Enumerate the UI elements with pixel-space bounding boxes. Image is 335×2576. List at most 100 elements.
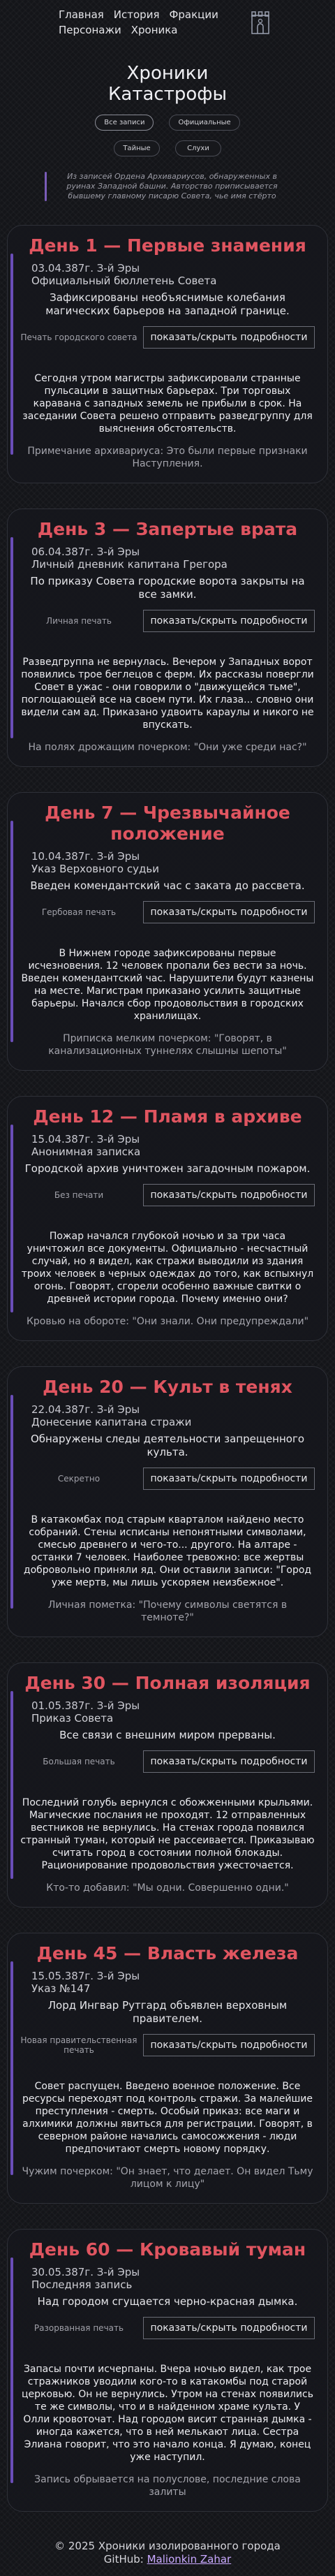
- entry-title: День 3 — Запертые врата: [37, 519, 298, 539]
- entry-title: День 7 — Чрезвычайное положение: [45, 803, 290, 844]
- seal-row: Печать городского совета показать/скрыть …: [20, 326, 315, 349]
- entry-summary: По приказу Совета городские ворота закры…: [30, 575, 305, 601]
- entry-date: 30.05.387г. З-й Эры: [31, 2266, 140, 2278]
- seal-row: Без печати показать/скрыть подробности: [20, 1184, 315, 1206]
- seal-label: Личная печать: [46, 616, 112, 626]
- chronicle-entry: День 60 — Кровавый туман 30.05.387г. З-й …: [7, 2229, 328, 2512]
- timeline: День 1 — Первые знамения 03.04.387г. З-й …: [0, 207, 335, 2512]
- entry-note: Кровью на обороте: "Они знали. Они преду…: [26, 1316, 309, 1327]
- entry-details: В Нижнем городе зафиксированы первые исч…: [21, 948, 314, 1022]
- entry-details: Разведгруппа не вернулась. Вечером у Зап…: [21, 657, 314, 731]
- entry-note: Приписка мелким почерком: "Говорят, в ка…: [48, 1033, 287, 1057]
- chronicle-entry: День 1 — Первые знамения 03.04.387г. З-й …: [7, 225, 328, 483]
- intro-note: Из записей Ордена Архивариусов, обнаруже…: [45, 172, 290, 201]
- entry-date: 22.04.387г. З-й Эры: [31, 1403, 140, 1416]
- nav-link-chronicle[interactable]: Хроника: [131, 24, 178, 36]
- seal-label: Печать городского совета: [20, 332, 137, 342]
- castle-logo-icon[interactable]: [250, 10, 271, 35]
- footer-github-link[interactable]: Malionkin Zahar: [147, 2553, 232, 2566]
- entry-details: Пожар начался глубокой ночью и за три ча…: [21, 1231, 314, 1305]
- seal-row: Разорванная печать показать/скрыть подроб…: [20, 2317, 315, 2339]
- toggle-details-button[interactable]: показать/скрыть подробности: [143, 1184, 315, 1206]
- nav-links: Главная История Фракции Персонажи Хроник…: [59, 8, 240, 36]
- seal-row: Большая печать показать/скрыть подробност…: [20, 1750, 315, 1773]
- entry-title: День 60 — Кровавый туман: [29, 2239, 306, 2260]
- entry-details: Запасы почти исчерпаны. Вчера ночью виде…: [22, 2364, 313, 2463]
- entry-summary: Все связи с внешним миром прерваны.: [59, 1729, 276, 1741]
- seal-label: Большая печать: [43, 1757, 115, 1766]
- entry-note: Запись обрывается на полуслове, последни…: [34, 2474, 301, 2498]
- filter-all-button[interactable]: Все записи: [95, 115, 154, 131]
- toggle-details-button[interactable]: показать/скрыть подробности: [143, 2317, 315, 2339]
- entry-summary: Обнаружены следы деятельности запрещенно…: [30, 1433, 305, 1458]
- filter-rumors-button[interactable]: Слухи: [175, 140, 221, 156]
- entry-title: День 1 — Первые знамения: [29, 235, 306, 256]
- filter-secret-button[interactable]: Тайные: [114, 140, 160, 156]
- entry-note: Кто-то добавил: "Мы одни. Совершенно одн…: [46, 1882, 289, 1894]
- toggle-details-button[interactable]: показать/скрыть подробности: [143, 2034, 315, 2056]
- seal-row: Секретно показать/скрыть подробности: [20, 1468, 315, 1490]
- nav-link-characters[interactable]: Персонажи: [59, 24, 121, 36]
- toggle-details-button[interactable]: показать/скрыть подробности: [143, 1468, 315, 1490]
- chronicle-entry: День 3 — Запертые врата 06.04.387г. З-й Э…: [7, 508, 328, 767]
- page-title-line2: Катастрофы: [107, 84, 228, 105]
- entry-source: Указ Верховного судьи: [31, 863, 159, 875]
- seal-label: Гербовая печать: [41, 907, 117, 917]
- page-header: Хроники Катастрофы Все записи Официальны…: [0, 45, 335, 207]
- footer-copyright: © 2025 Хроники изолированного города: [54, 2540, 281, 2552]
- chronicle-entry: День 30 — Полная изоляция 01.05.387г. З-й…: [7, 1662, 328, 1908]
- seal-row: Личная печать показать/скрыть подробности: [20, 610, 315, 632]
- chronicle-entry: День 20 — Культ в тенях 22.04.387г. З-й Э…: [7, 1366, 328, 1637]
- seal-label: Разорванная печать: [34, 2323, 124, 2333]
- seal-row: Новая правительственная печать показать/с…: [20, 2034, 315, 2056]
- entry-date: 10.04.387г. З-й Эры: [31, 850, 140, 863]
- entry-summary: Лорд Ингвар Рутгард объявлен верховным п…: [47, 1999, 288, 2025]
- seal-label: Без печати: [54, 1190, 104, 1200]
- entry-title: День 12 — Пламя в архиве: [33, 1106, 302, 1127]
- toggle-details-button[interactable]: показать/скрыть подробности: [143, 326, 315, 349]
- entry-summary: Зафиксированы необъяснимые колебания маг…: [45, 291, 290, 317]
- entry-source: Приказ Совета: [31, 1712, 114, 1725]
- page-title: Хроники Катастрофы: [14, 63, 321, 105]
- entry-note: На полях дрожащим почерком: "Они уже сре…: [28, 742, 307, 753]
- chronicle-entry: День 45 — Власть железа 15.05.387г. З-й Э…: [7, 1933, 328, 2204]
- entry-source: Официальный бюллетень Совета: [31, 275, 217, 287]
- chronicle-entry: День 7 — Чрезвычайное положение 10.04.387…: [7, 792, 328, 1071]
- entry-details: Совет распущен. Введено военное положени…: [22, 2081, 313, 2155]
- seal-label: Секретно: [57, 1474, 100, 1484]
- entry-title: День 45 — Власть железа: [36, 1943, 299, 1963]
- seal-label: Новая правительственная печать: [20, 2035, 137, 2055]
- entry-details: Сегодня утром магистры зафиксировали стр…: [22, 373, 313, 434]
- toggle-details-button[interactable]: показать/скрыть подробности: [143, 901, 315, 923]
- nav-link-home[interactable]: Главная: [59, 8, 104, 21]
- entry-date: 01.05.387г. З-й Эры: [31, 1699, 140, 1712]
- toggle-details-button[interactable]: показать/скрыть подробности: [143, 1750, 315, 1773]
- chronicle-entry: День 12 — Пламя в архиве 15.04.387г. З-й …: [7, 1096, 328, 1341]
- entry-note: Личная пометка: "Почему символы светятся…: [47, 1600, 288, 1623]
- entry-date: 03.04.387г. З-й Эры: [31, 262, 140, 275]
- entry-source: Анонимная записка: [31, 1146, 141, 1158]
- entry-summary: Городской архив уничтожен загадочным пож…: [24, 1162, 311, 1175]
- entry-summary: Введен комендантский час с заката до рас…: [30, 879, 305, 892]
- entry-date: 15.05.387г. З-й Эры: [31, 1970, 140, 1982]
- entry-note: Примечание архивариуса: Это были первые …: [27, 446, 308, 469]
- entry-title: День 30 — Полная изоляция: [24, 1673, 311, 1693]
- intro-accent-bar: [45, 172, 47, 201]
- footer-github-prefix: GitHub:: [103, 2553, 147, 2566]
- entry-details: В катакомбах под старым кварталом найден…: [23, 1514, 312, 1588]
- entry-date: 06.04.387г. З-й Эры: [31, 546, 140, 558]
- entry-date: 15.04.387г. З-й Эры: [31, 1133, 140, 1146]
- filter-row-2: Тайные Слухи: [14, 140, 321, 156]
- entry-source: Указ №147: [31, 1982, 91, 1995]
- seal-row: Гербовая печать показать/скрыть подробнос…: [20, 901, 315, 923]
- footer-github: GitHub: Malionkin Zahar: [0, 2553, 335, 2566]
- entry-note: Чужим почерком: "Он знает, что делает. О…: [22, 2166, 313, 2190]
- entry-source: Личный дневник капитана Грегора: [31, 558, 228, 571]
- page-title-line1: Хроники: [126, 63, 209, 84]
- nav-link-history[interactable]: История: [114, 8, 160, 21]
- filter-official-button[interactable]: Официальные: [169, 115, 240, 131]
- entry-title: День 20 — Культ в тенях: [43, 1377, 292, 1397]
- entry-source: Последняя запись: [31, 2278, 133, 2291]
- nav-link-factions[interactable]: Фракции: [169, 8, 218, 21]
- toggle-details-button[interactable]: показать/скрыть подробности: [143, 610, 315, 632]
